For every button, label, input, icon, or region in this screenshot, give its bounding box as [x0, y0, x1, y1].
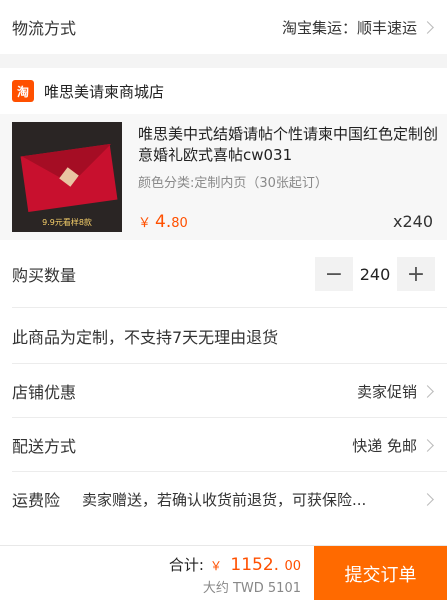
shipping-insurance-label: 运费险	[12, 491, 61, 510]
taobao-shop-icon: 淘	[12, 80, 34, 102]
total-amount: ￥ 1152. 00	[210, 555, 301, 575]
shop-name[interactable]: 唯思美请柬商城店	[44, 81, 164, 102]
product-price: ￥ 4. 80	[138, 212, 188, 232]
delivery-method-value: 快递 免邮	[352, 435, 435, 456]
product-thumbnail[interactable]: 9.9元看样8款	[12, 122, 122, 232]
product-quantity: x240	[392, 212, 433, 231]
quantity-stepper: − 240 +	[315, 257, 435, 291]
quantity-label: 购买数量	[12, 266, 77, 285]
shipping-method-value: 淘宝集运：顺丰速运	[282, 17, 435, 38]
chevron-right-icon	[421, 492, 434, 506]
price-integer: 4.	[155, 212, 172, 232]
price-currency: ￥	[138, 216, 152, 231]
total-integer: 1152.	[230, 555, 280, 575]
shop-header[interactable]: 淘 唯思美请柬商城店	[0, 68, 447, 114]
chevron-right-icon	[421, 438, 434, 452]
section-gap	[0, 54, 447, 68]
thumbnail-caption: 9.9元看样8款	[42, 218, 92, 227]
decrease-button[interactable]: −	[315, 257, 353, 291]
delivery-method-label: 配送方式	[12, 437, 77, 456]
delivery-method-row[interactable]: 配送方式 快递 免邮	[0, 418, 447, 472]
shipping-method-text: 淘宝集运：顺丰速运	[281, 18, 417, 37]
shop-discount-row[interactable]: 店铺优惠 卖家促销	[0, 364, 447, 418]
shipping-insurance-text: 卖家赠送，若确认收货前退货，可获保险...	[82, 490, 367, 509]
price-decimal: 80	[171, 216, 188, 231]
product-spec: 颜色分类:定制内页（30张起订）	[138, 176, 328, 191]
submit-order-button[interactable]: 提交订单	[314, 546, 447, 600]
shipping-method-label: 物流方式	[12, 19, 77, 38]
product-item[interactable]: 9.9元看样8款 唯思美中式结婚请帖个性请柬中国红色定制创意婚礼欧式喜帖cw03…	[0, 114, 447, 240]
total-decimal: 00	[284, 559, 301, 574]
shipping-insurance-row[interactable]: 运费险 卖家赠送，若确认收货前退货，可获保险...	[0, 472, 447, 526]
checkout-bar: 合计: ￥ 1152. 00 大约 TWD 5101 提交订单	[0, 545, 447, 600]
total-label: 合计:	[168, 556, 204, 574]
total-currency: ￥	[209, 559, 222, 573]
custom-notice-row: 此商品为定制，不支持7天无理由退货	[0, 308, 447, 364]
quantity-input[interactable]: 240	[353, 265, 397, 284]
chevron-right-icon	[421, 384, 434, 398]
order-total: 合计: ￥ 1152. 00 大约 TWD 5101	[169, 554, 301, 596]
increase-button[interactable]: +	[397, 257, 435, 291]
total-line: 合计: ￥ 1152. 00	[169, 554, 301, 575]
shipping-method-row[interactable]: 物流方式 淘宝集运：顺丰速运	[0, 0, 447, 54]
quantity-row: 购买数量 − 240 +	[0, 240, 447, 308]
total-approx: 大约 TWD 5101	[202, 581, 301, 596]
delivery-method-text: 快递 免邮	[352, 436, 417, 455]
shipping-insurance-chevron	[417, 492, 435, 506]
shop-discount-text: 卖家促销	[356, 382, 417, 401]
chevron-right-icon	[421, 20, 434, 34]
custom-notice-text: 此商品为定制，不支持7天无理由退货	[12, 328, 279, 347]
shop-discount-value: 卖家促销	[357, 381, 435, 402]
shop-discount-label: 店铺优惠	[12, 383, 77, 402]
product-title[interactable]: 唯思美中式结婚请帖个性请柬中国红色定制创意婚礼欧式喜帖cw031	[138, 124, 438, 166]
